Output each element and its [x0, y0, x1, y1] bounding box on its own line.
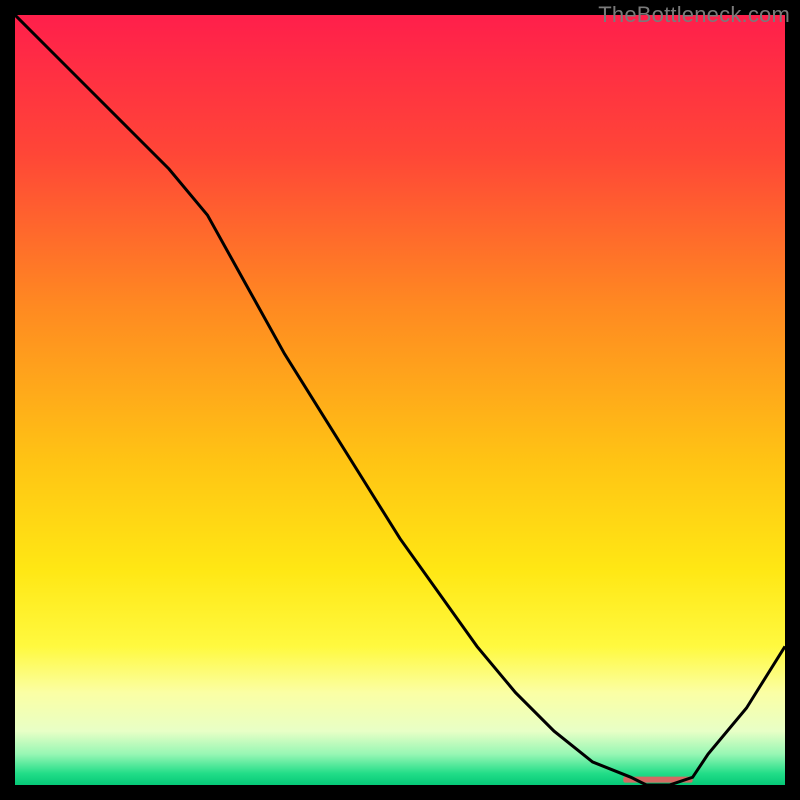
- bottleneck-curve-plot: [15, 15, 785, 785]
- chart-frame: [15, 15, 785, 785]
- watermark-text: TheBottleneck.com: [598, 2, 790, 28]
